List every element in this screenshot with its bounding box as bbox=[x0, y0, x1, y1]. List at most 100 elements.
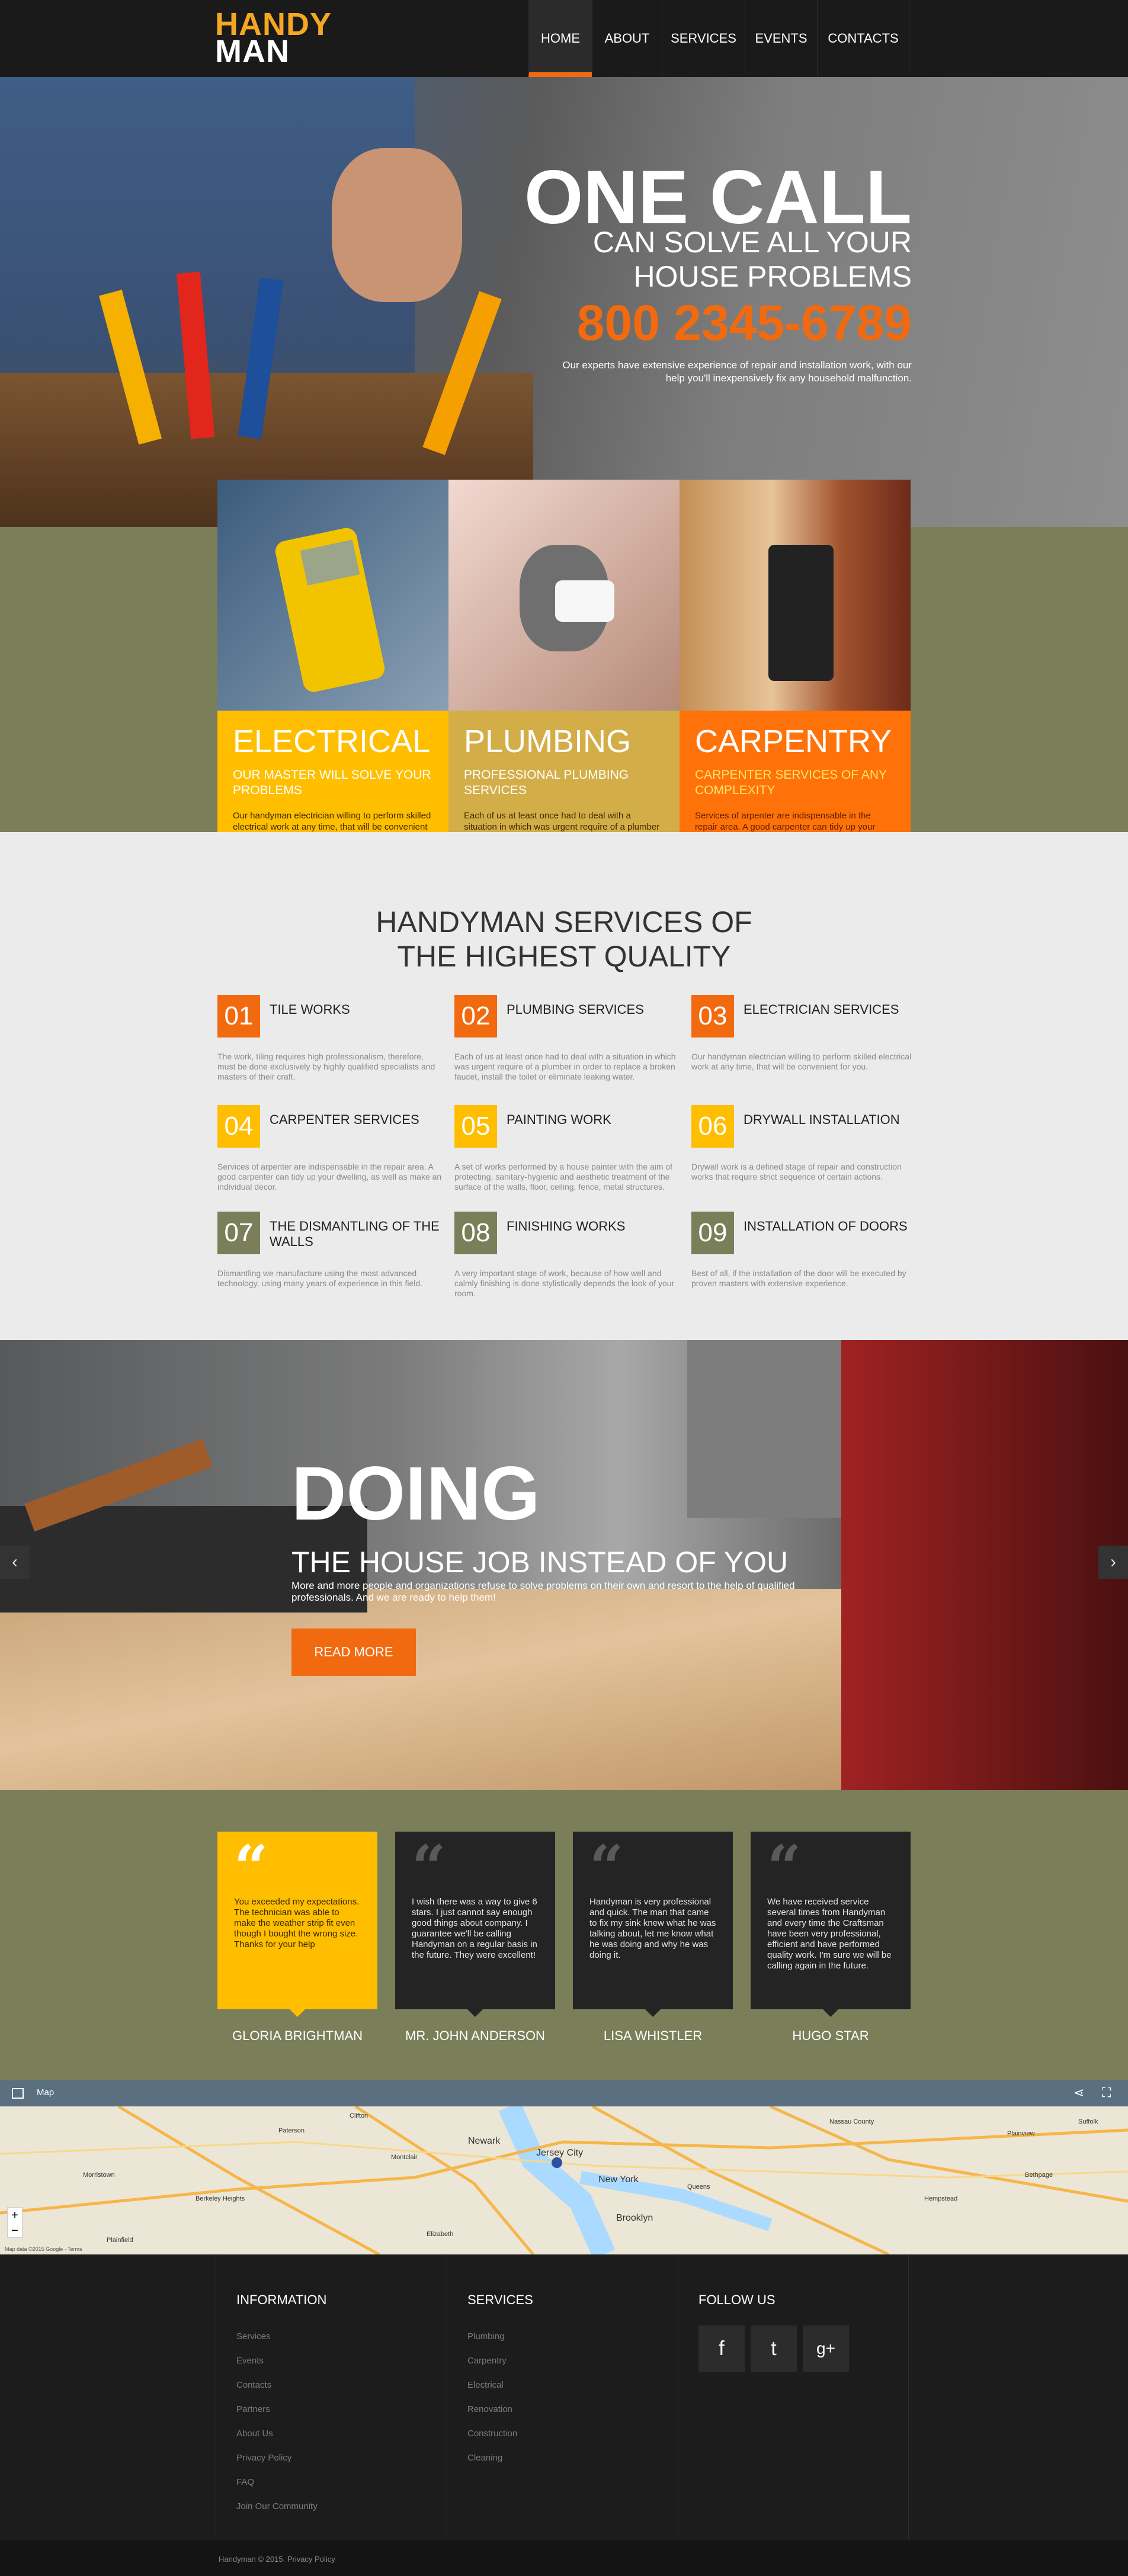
map-view[interactable]: Newark Jersey City New York Brooklyn Queens E… bbox=[0, 2106, 1128, 2254]
electrical-image bbox=[217, 480, 448, 711]
testimonial-pointer bbox=[467, 2009, 483, 2017]
twitter-icon[interactable]: t bbox=[751, 2326, 797, 2372]
service-number: 09 bbox=[691, 1212, 734, 1254]
carpentry-image bbox=[680, 480, 911, 711]
service-title[interactable]: PAINTING WORK bbox=[507, 1112, 684, 1128]
hero-phone[interactable]: 800 2345-6789 bbox=[577, 296, 912, 349]
read-more-button[interactable]: READ MORE bbox=[291, 1629, 416, 1676]
zoom-out-icon[interactable]: − bbox=[8, 2223, 22, 2238]
footer-link[interactable]: Partners bbox=[236, 2404, 270, 2414]
google-plus-icon[interactable]: g+ bbox=[803, 2326, 849, 2372]
footer-link[interactable]: Electrical bbox=[467, 2380, 504, 2390]
card-title: ELECTRICAL bbox=[233, 724, 431, 759]
nav-contacts[interactable]: CONTACTS bbox=[817, 0, 909, 77]
testimonial-pointer bbox=[822, 2009, 839, 2017]
map-place-label: Hempstead bbox=[924, 2195, 958, 2202]
nav-home[interactable]: HOME bbox=[528, 0, 592, 77]
services-title: HANDYMAN SERVICES OF THE HIGHEST QUALITY bbox=[376, 905, 752, 973]
footer-link[interactable]: FAQ bbox=[236, 2477, 254, 2487]
card-electrical[interactable]: ELECTRICAL OUR MASTER WILL SOLVE YOUR PR… bbox=[217, 480, 448, 876]
map-place-label: Newark bbox=[468, 2136, 501, 2146]
map-footer-text: Map data ©2015 Google · Terms bbox=[5, 2246, 82, 2252]
chevron-right-icon[interactable]: › bbox=[1098, 1546, 1128, 1579]
map-place-label: Jersey City bbox=[536, 2148, 584, 2158]
map-place-label: Berkeley Heights bbox=[196, 2195, 245, 2202]
footer-link[interactable]: Privacy Policy bbox=[236, 2453, 291, 2463]
map-label[interactable]: Map bbox=[37, 2087, 54, 2098]
footer-bottom-bar bbox=[0, 2540, 1128, 2576]
service-title[interactable]: ELECTRICIAN SERVICES bbox=[744, 1002, 921, 1017]
map-place-label: Bethpage bbox=[1025, 2172, 1053, 2179]
service-text: Dismantling we manufacture using the mos… bbox=[217, 1268, 423, 1288]
card-plumbing[interactable]: PLUMBING PROFESSIONAL PLUMBING SERVICES … bbox=[448, 480, 680, 876]
service-title[interactable]: TILE WORKS bbox=[270, 1002, 447, 1017]
nav-services[interactable]: SERVICES bbox=[662, 0, 745, 77]
footer-follow-title: FOLLOW US bbox=[698, 2292, 776, 2307]
chevron-left-icon[interactable]: ‹ bbox=[0, 1546, 30, 1579]
testimonial-author: LISA WHISTLER bbox=[603, 2028, 703, 2043]
testimonial-card: “You exceeded my expectations. The techn… bbox=[217, 1832, 377, 2009]
footer-link[interactable]: Construction bbox=[467, 2429, 517, 2439]
footer-link[interactable]: Services bbox=[236, 2331, 271, 2341]
service-title[interactable]: PLUMBING SERVICES bbox=[507, 1002, 684, 1017]
footer-link[interactable]: Join Our Community bbox=[236, 2501, 318, 2511]
fullscreen-icon[interactable]: ⛶ bbox=[1102, 2085, 1111, 2100]
plaid-shirt-image bbox=[841, 1340, 1128, 1790]
map-toolbar: Map ⋖ ⛶ bbox=[0, 2080, 1128, 2106]
testimonial-card: “I wish there was a way to give 6 stars.… bbox=[395, 1832, 555, 2009]
map-place-label: Queens bbox=[687, 2183, 710, 2190]
map-place-label: Plainfield bbox=[107, 2237, 133, 2244]
quote-icon: “ bbox=[589, 1832, 624, 1902]
footer-link[interactable]: Carpentry bbox=[467, 2356, 507, 2366]
service-title[interactable]: DRYWALL INSTALLATION bbox=[744, 1112, 921, 1128]
map-place-label: Montclair bbox=[391, 2154, 418, 2161]
copyright-text[interactable]: Handyman © 2015. Privacy Policy bbox=[219, 2555, 335, 2564]
testimonial-pointer bbox=[289, 2009, 306, 2017]
service-text: The work, tiling requires high professio… bbox=[217, 1052, 435, 1081]
service-text: A very important stage of work, because … bbox=[454, 1268, 675, 1298]
service-title[interactable]: CARPENTER SERVICES bbox=[270, 1112, 447, 1128]
zoom-controls[interactable]: + − bbox=[7, 2207, 23, 2238]
service-number: 07 bbox=[217, 1212, 260, 1254]
slider-text: More and more people and organizations r… bbox=[291, 1580, 795, 1603]
service-title[interactable]: INSTALLATION OF DOORS bbox=[744, 1219, 921, 1234]
footer-information-column: INFORMATION Services Events Contacts Partne… bbox=[216, 2254, 447, 2540]
footer-link[interactable]: Events bbox=[236, 2356, 264, 2366]
service-title[interactable]: FINISHING WORKS bbox=[507, 1219, 684, 1234]
footer-link[interactable]: Renovation bbox=[467, 2404, 512, 2414]
service-text: A set of works performed by a house pain… bbox=[454, 1162, 673, 1191]
testimonial-pointer bbox=[645, 2009, 661, 2017]
share-icon[interactable]: ⋖ bbox=[1073, 2085, 1084, 2100]
hero-text: Our experts have extensive experience of… bbox=[562, 359, 912, 384]
card-subtitle: CARPENTER SERVICES OF ANY COMPLEXITY bbox=[695, 768, 887, 797]
nav-about[interactable]: ABOUT bbox=[592, 0, 662, 77]
service-text: Best of all, if the installation of the … bbox=[691, 1268, 906, 1288]
hand-image bbox=[332, 148, 462, 302]
nav-events[interactable]: EVENTS bbox=[745, 0, 817, 77]
service-text: Our handyman electrician willing to perf… bbox=[691, 1052, 912, 1071]
service-text: Services of arpenter are indispensable i… bbox=[217, 1162, 442, 1191]
card-subtitle: PROFESSIONAL PLUMBING SERVICES bbox=[464, 768, 629, 797]
footer-link[interactable]: About Us bbox=[236, 2429, 273, 2439]
testimonial-author: GLORIA BRIGHTMAN bbox=[232, 2028, 363, 2043]
logo-line-2[interactable]: MAN bbox=[215, 36, 290, 68]
footer-link[interactable]: Plumbing bbox=[467, 2331, 505, 2341]
quote-icon: “ bbox=[412, 1832, 446, 1902]
service-number: 04 bbox=[217, 1105, 260, 1148]
zoom-in-icon[interactable]: + bbox=[8, 2208, 22, 2223]
map-place-label: Plainview bbox=[1007, 2130, 1035, 2137]
footer-services-column: SERVICES Plumbing Carpentry Electrical Reno… bbox=[447, 2254, 678, 2540]
facebook-icon[interactable]: f bbox=[698, 2326, 745, 2372]
footer-link[interactable]: Cleaning bbox=[467, 2453, 502, 2463]
testimonial-author: MR. JOHN ANDERSON bbox=[405, 2028, 545, 2043]
footer-follow-column: FOLLOW US f t g+ bbox=[678, 2254, 909, 2540]
service-title[interactable]: THE DISMANTLING OF THE WALLS bbox=[270, 1219, 447, 1250]
drill-image bbox=[768, 545, 834, 681]
service-text: Each of us at least once had to deal wit… bbox=[454, 1052, 676, 1081]
map-place-label: Elizabeth bbox=[427, 2231, 454, 2238]
quote-icon: “ bbox=[234, 1832, 268, 1902]
footer-link[interactable]: Contacts bbox=[236, 2380, 271, 2390]
map-place-label: Clifton bbox=[350, 2112, 368, 2119]
testimonials-section bbox=[0, 1790, 1128, 2080]
card-carpentry[interactable]: CARPENTRY CARPENTER SERVICES OF ANY COMP… bbox=[680, 480, 911, 876]
